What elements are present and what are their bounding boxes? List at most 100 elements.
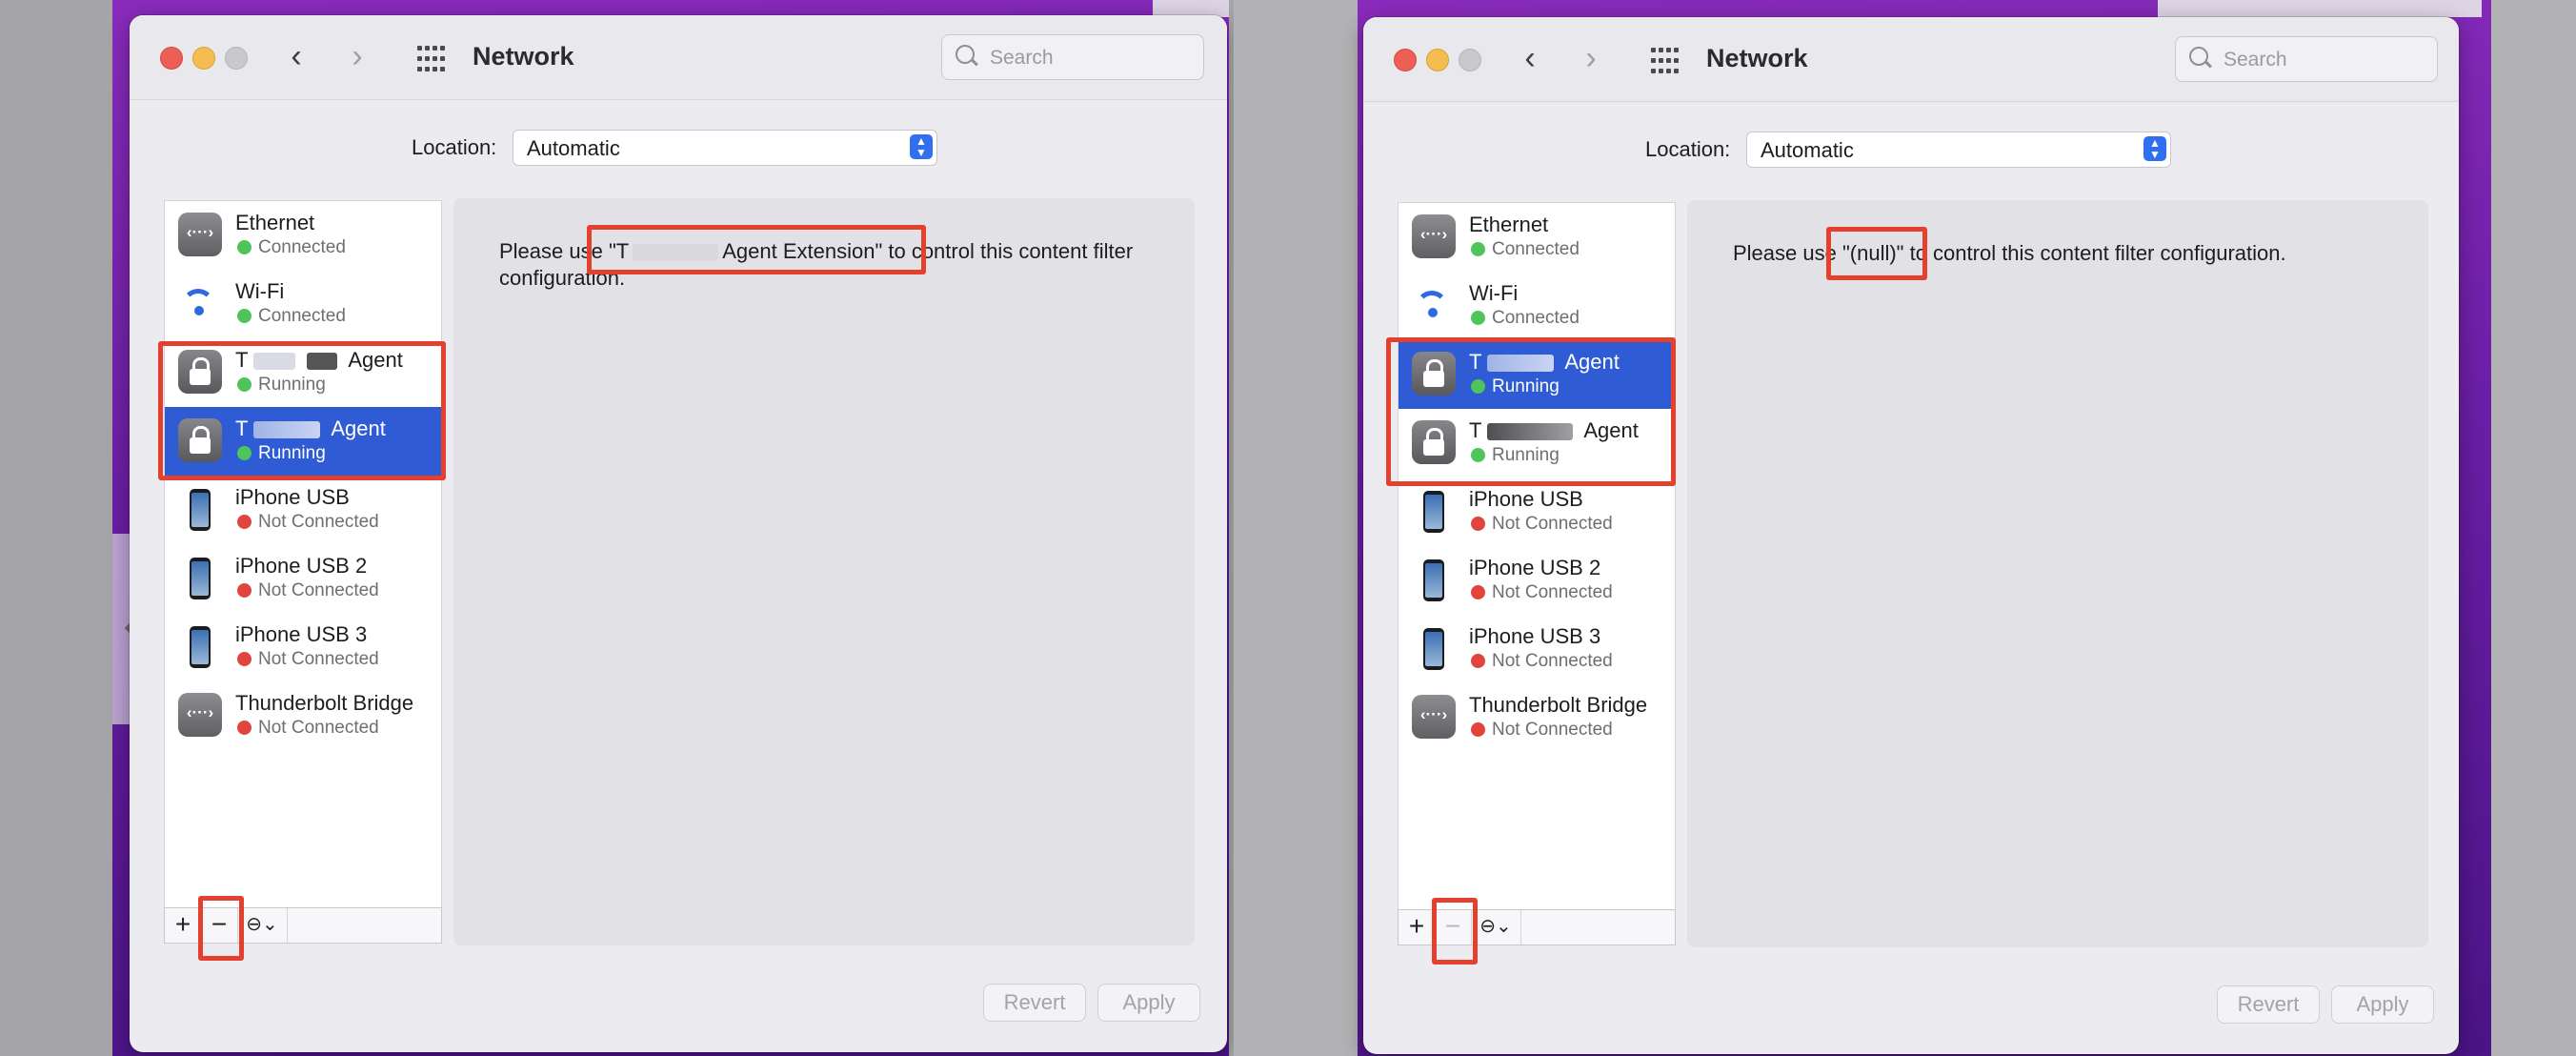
revert-button[interactable]: Revert bbox=[2217, 985, 2320, 1024]
right-screenshot: ‹ › Network Search Location: Automatic ▲… bbox=[1234, 0, 2576, 1056]
service-status: Connected bbox=[1492, 308, 1580, 328]
highlight-box-agents bbox=[1386, 337, 1676, 486]
service-item-iphone-usb-3[interactable]: iPhone USB 3 Not Connected bbox=[165, 613, 441, 681]
iphone-icon bbox=[178, 556, 222, 599]
service-status: Not Connected bbox=[1492, 720, 1613, 740]
forward-chevron-icon[interactable]: › bbox=[343, 40, 372, 74]
service-name: iPhone USB 2 bbox=[235, 554, 368, 578]
ethernet-icon bbox=[1412, 214, 1456, 258]
minimize-button[interactable] bbox=[192, 47, 215, 70]
service-list: Ethernet Connected Wi-Fi Connected T Age… bbox=[1398, 202, 1676, 911]
highlight-box-message bbox=[1826, 227, 1927, 280]
close-button[interactable] bbox=[1394, 49, 1417, 71]
status-dot bbox=[1471, 242, 1485, 256]
location-label: Location: bbox=[1645, 137, 1731, 161]
background-window-strip bbox=[2158, 0, 2482, 17]
chevron-updown-icon: ▲ ▼ bbox=[2143, 136, 2166, 161]
location-value: Automatic bbox=[527, 136, 620, 160]
wifi-icon bbox=[1412, 283, 1456, 327]
action-menu-button[interactable]: ⊖⌄ bbox=[1471, 910, 1521, 944]
add-service-button[interactable]: + bbox=[1399, 910, 1436, 944]
service-name: Wi-Fi bbox=[1469, 281, 1519, 305]
iphone-icon bbox=[1412, 489, 1456, 533]
service-name: iPhone USB bbox=[1469, 487, 1583, 511]
iphone-icon bbox=[178, 624, 222, 668]
status-dot bbox=[237, 583, 252, 598]
thunderbolt-bridge-icon bbox=[178, 693, 222, 737]
service-item-ethernet[interactable]: Ethernet Connected bbox=[165, 201, 441, 270]
status-dot bbox=[237, 652, 252, 666]
service-name: Ethernet bbox=[1469, 213, 1549, 236]
back-chevron-icon[interactable]: ‹ bbox=[1516, 42, 1544, 76]
service-status: Not Connected bbox=[258, 649, 379, 669]
search-placeholder: Search bbox=[990, 47, 1054, 69]
service-name: iPhone USB 3 bbox=[235, 622, 368, 646]
highlight-box-message bbox=[587, 225, 926, 274]
location-select[interactable]: Automatic ▲ ▼ bbox=[1746, 132, 2171, 168]
location-label: Location: bbox=[412, 135, 497, 159]
status-dot bbox=[1471, 517, 1485, 531]
close-button[interactable] bbox=[160, 47, 183, 70]
apply-button[interactable]: Apply bbox=[1097, 984, 1200, 1022]
status-dot bbox=[1471, 585, 1485, 599]
service-item-iphone-usb-2[interactable]: iPhone USB 2 Not Connected bbox=[1399, 546, 1675, 615]
service-name: Ethernet bbox=[235, 211, 315, 234]
window-title: Network bbox=[473, 42, 574, 71]
service-name: Thunderbolt Bridge bbox=[1469, 693, 1648, 717]
service-item-thunderbolt-bridge[interactable]: Thunderbolt Bridge Not Connected bbox=[1399, 683, 1675, 752]
add-service-button[interactable]: + bbox=[165, 908, 202, 943]
action-menu-button[interactable]: ⊖⌄ bbox=[237, 908, 288, 943]
search-field[interactable]: Search bbox=[941, 34, 1204, 80]
titlebar: ‹ › Network Search bbox=[130, 15, 1227, 100]
service-status: Not Connected bbox=[258, 580, 379, 600]
titlebar: ‹ › Network Search bbox=[1363, 17, 2459, 102]
zoom-button[interactable] bbox=[225, 47, 248, 70]
service-status: Not Connected bbox=[1492, 582, 1613, 602]
status-dot bbox=[1471, 311, 1485, 325]
search-field[interactable]: Search bbox=[2175, 36, 2438, 82]
service-item-ethernet[interactable]: Ethernet Connected bbox=[1399, 203, 1675, 272]
service-item-iphone-usb-3[interactable]: iPhone USB 3 Not Connected bbox=[1399, 615, 1675, 683]
search-placeholder: Search bbox=[2224, 49, 2287, 71]
ethernet-icon bbox=[178, 213, 222, 256]
minimize-button[interactable] bbox=[1426, 49, 1449, 71]
service-status: Not Connected bbox=[258, 718, 379, 738]
status-dot bbox=[1471, 654, 1485, 668]
status-dot bbox=[237, 515, 252, 529]
service-item-wifi[interactable]: Wi-Fi Connected bbox=[1399, 272, 1675, 340]
forward-chevron-icon[interactable]: › bbox=[1577, 42, 1605, 76]
service-list: Ethernet Connected Wi-Fi Connected T Age… bbox=[164, 200, 442, 909]
service-name: iPhone USB 2 bbox=[1469, 556, 1601, 579]
service-item-iphone-usb[interactable]: iPhone USB Not Connected bbox=[1399, 477, 1675, 546]
show-all-grid-icon[interactable] bbox=[1651, 48, 1680, 76]
zoom-button[interactable] bbox=[1459, 49, 1481, 71]
window-title: Network bbox=[1706, 44, 1808, 72]
status-dot bbox=[1471, 722, 1485, 737]
status-dot bbox=[237, 240, 252, 254]
highlight-box-agents bbox=[158, 341, 446, 480]
apply-button[interactable]: Apply bbox=[2331, 985, 2434, 1024]
service-status: Not Connected bbox=[1492, 514, 1613, 534]
left-screenshot: ‹ › Network Search Location: Automatic ▲… bbox=[0, 0, 1234, 1056]
highlight-box-remove bbox=[1432, 898, 1478, 965]
service-status: Not Connected bbox=[258, 512, 379, 532]
iphone-icon bbox=[178, 487, 222, 531]
revert-button[interactable]: Revert bbox=[983, 984, 1086, 1022]
service-item-thunderbolt-bridge[interactable]: Thunderbolt Bridge Not Connected bbox=[165, 681, 441, 750]
service-status: Connected bbox=[1492, 239, 1580, 259]
network-preferences-window: ‹ › Network Search Location: Automatic ▲… bbox=[130, 15, 1227, 1052]
back-chevron-icon[interactable]: ‹ bbox=[282, 40, 311, 74]
service-item-iphone-usb-2[interactable]: iPhone USB 2 Not Connected bbox=[165, 544, 441, 613]
detail-pane: Please use "T Agent Extension" to control… bbox=[453, 198, 1195, 945]
detail-pane: Please use "(null)" to control this cont… bbox=[1687, 200, 2428, 947]
chevron-updown-icon: ▲ ▼ bbox=[910, 134, 933, 159]
search-icon bbox=[2189, 47, 2208, 66]
show-all-grid-icon[interactable] bbox=[417, 46, 446, 74]
network-preferences-window: ‹ › Network Search Location: Automatic ▲… bbox=[1363, 17, 2459, 1054]
location-select[interactable]: Automatic ▲ ▼ bbox=[513, 130, 937, 166]
service-item-iphone-usb[interactable]: iPhone USB Not Connected bbox=[165, 476, 441, 544]
thunderbolt-bridge-icon bbox=[1412, 695, 1456, 739]
location-value: Automatic bbox=[1761, 138, 1854, 162]
service-item-wifi[interactable]: Wi-Fi Connected bbox=[165, 270, 441, 338]
service-name: Wi-Fi bbox=[235, 279, 285, 303]
